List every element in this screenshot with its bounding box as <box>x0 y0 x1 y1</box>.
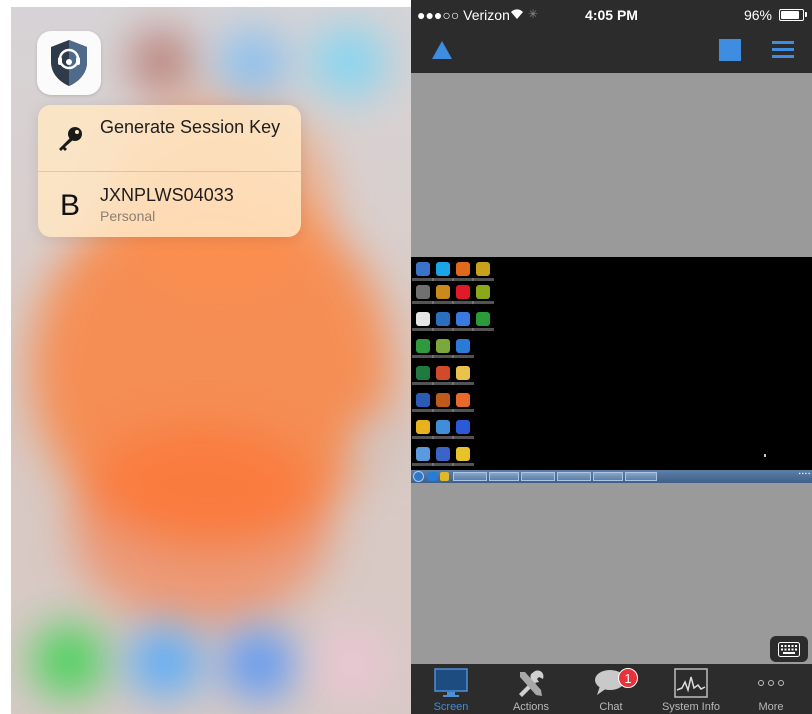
taskbar-window[interactable] <box>557 472 591 481</box>
quick-action-subtitle: Personal <box>100 208 156 224</box>
desktop-icon[interactable] <box>436 312 450 326</box>
desktop-icon[interactable] <box>416 393 430 407</box>
desktop-icon[interactable] <box>416 339 430 353</box>
quick-action-title: JXNPLWS04033 <box>100 185 234 205</box>
tab-system-info[interactable]: System Info <box>651 664 731 714</box>
home-screen-blurred: Generate Session Key B JXNPLWS04033 Pers… <box>11 7 411 714</box>
desktop-icon[interactable] <box>436 366 450 380</box>
battery-tip <box>805 12 807 17</box>
desktop-icon[interactable] <box>456 447 470 461</box>
quick-action-computer[interactable]: B JXNPLWS04033 Personal <box>38 171 301 237</box>
toolbar <box>411 30 812 73</box>
quick-action-generate-session-key[interactable]: Generate Session Key <box>38 105 301 171</box>
taskbar-pin[interactable] <box>428 472 437 481</box>
desktop-icon[interactable] <box>456 339 470 353</box>
keyboard-icon <box>778 641 800 657</box>
desktop-icon[interactable] <box>436 262 450 276</box>
tab-bar: Screen Actions 1 Chat System Info More <box>411 664 812 714</box>
desktop-icon[interactable] <box>416 447 430 461</box>
tab-label: Actions <box>512 701 550 713</box>
chat-badge: 1 <box>618 668 638 688</box>
desktop-icon[interactable] <box>456 312 470 326</box>
triangle-icon[interactable] <box>431 40 453 60</box>
desktop-icon[interactable] <box>436 447 450 461</box>
desktop-icon[interactable] <box>456 366 470 380</box>
b-glyph-icon: B <box>50 186 90 226</box>
system-tray: ▪ ▪ ▪ ▪ <box>798 471 810 477</box>
headset-shield-icon <box>51 40 87 86</box>
taskbar-pin[interactable] <box>440 472 449 481</box>
graph-icon <box>674 668 708 698</box>
app-icon[interactable] <box>37 31 101 95</box>
desktop-icon[interactable] <box>456 285 470 299</box>
remote-desktop-view[interactable]: ▪ ▪ ▪ ▪ <box>411 257 812 483</box>
desktop-icon[interactable] <box>476 312 490 326</box>
desktop-icon[interactable] <box>416 420 430 434</box>
square-icon[interactable] <box>719 39 741 61</box>
b-glyph: B <box>59 189 80 222</box>
desktop-icon[interactable] <box>456 420 470 434</box>
tab-more[interactable]: More <box>731 664 811 714</box>
tab-label: System Info <box>661 701 721 713</box>
status-bar: ●●●○○ Verizon ✳ 4:05 PM 96% <box>411 0 812 30</box>
remote-cursor <box>764 454 766 457</box>
battery-icon <box>779 9 804 21</box>
start-button[interactable] <box>413 471 424 482</box>
taskbar-window[interactable] <box>625 472 657 481</box>
monitor-icon <box>434 668 468 697</box>
menu-icon[interactable] <box>772 41 794 59</box>
tab-chat[interactable]: 1 Chat <box>571 664 651 714</box>
quick-action-title: Generate Session Key <box>100 117 281 137</box>
tab-label: More <box>758 701 784 713</box>
desktop-icon[interactable] <box>436 339 450 353</box>
desktop-icon[interactable] <box>436 285 450 299</box>
taskbar-window[interactable] <box>593 472 623 481</box>
desktop-icon[interactable] <box>456 393 470 407</box>
taskbar-window[interactable] <box>521 472 555 481</box>
desktop-icon[interactable] <box>416 312 430 326</box>
desktop-icon[interactable] <box>456 262 470 276</box>
tools-icon <box>519 670 544 697</box>
remote-taskbar: ▪ ▪ ▪ ▪ <box>411 470 812 483</box>
battery-fill <box>781 11 800 19</box>
desktop-icon[interactable] <box>436 420 450 434</box>
taskbar-window[interactable] <box>453 472 487 481</box>
battery-percent: 96% <box>743 7 772 23</box>
remote-control-app: ●●●○○ Verizon ✳ 4:05 PM 96% ▪ ▪ ▪ ▪ Scre… <box>411 0 812 714</box>
key-icon <box>50 119 90 159</box>
tab-label: Screen <box>433 701 469 713</box>
tab-actions[interactable]: Actions <box>491 664 571 714</box>
desktop-icon[interactable] <box>416 366 430 380</box>
desktop-icon[interactable] <box>416 285 430 299</box>
desktop-icon[interactable] <box>436 393 450 407</box>
desktop-icon[interactable] <box>416 262 430 276</box>
tab-screen[interactable]: Screen <box>411 664 491 714</box>
keyboard-button[interactable] <box>770 636 808 662</box>
tab-label: Chat <box>599 701 623 713</box>
quick-actions-menu: Generate Session Key B JXNPLWS04033 Pers… <box>38 105 301 237</box>
taskbar-window[interactable] <box>489 472 519 481</box>
desktop-icon[interactable] <box>476 285 490 299</box>
desktop-icon[interactable] <box>476 262 490 276</box>
more-icon <box>758 680 784 686</box>
